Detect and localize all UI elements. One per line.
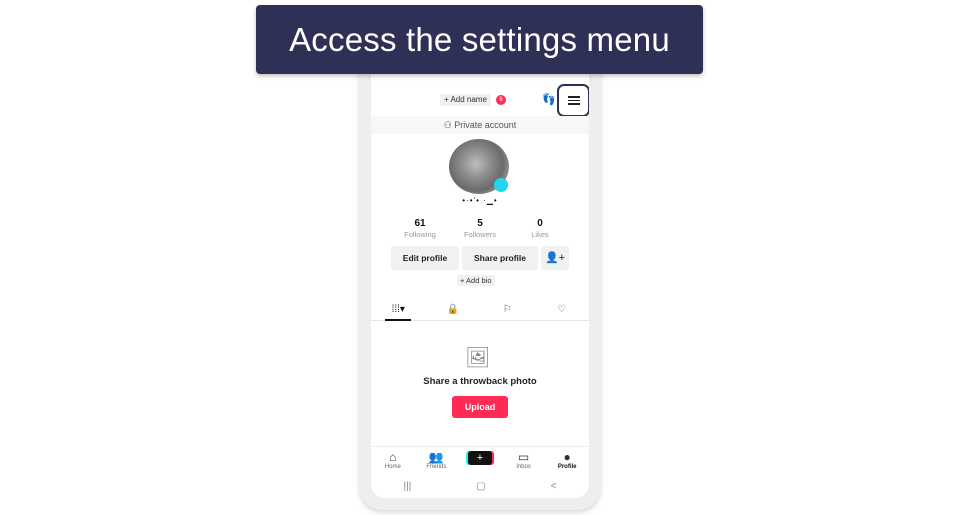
repost-icon: ⚐: [502, 303, 512, 315]
lock-icon: 🔒: [446, 303, 459, 315]
hamburger-menu-button[interactable]: [557, 84, 589, 117]
private-account-label: Private account: [454, 120, 517, 130]
friends-icon: 👥: [428, 450, 444, 464]
stat-value: 5: [477, 218, 483, 229]
add-friend-button[interactable]: 👤+: [541, 246, 569, 270]
home-button-icon[interactable]: ▢: [476, 481, 485, 492]
add-user-icon: 👤+: [544, 252, 566, 264]
profile-icon: ●: [563, 450, 571, 464]
profile-screen: + Add name 6 👣 ⚇ Private account •·•'• ·…: [371, 30, 589, 498]
nav-label: Inbox: [516, 464, 531, 470]
tab-liked[interactable]: ♡: [547, 304, 577, 315]
stat-followers[interactable]: 5 Followers: [451, 218, 509, 239]
nav-inbox[interactable]: ▭ Inbox: [504, 450, 544, 471]
stat-label: Followers: [463, 230, 497, 239]
back-icon[interactable]: <: [551, 481, 557, 492]
avatar-add-icon[interactable]: [494, 178, 508, 192]
tab-reposts[interactable]: ⚐: [492, 304, 522, 315]
nav-home[interactable]: ⌂ Home: [373, 450, 413, 471]
empty-state-message: Share a throwback photo: [423, 376, 537, 387]
phone-frame: + Add name 6 👣 ⚇ Private account •·•'• ·…: [360, 30, 600, 510]
tab-private[interactable]: 🔒: [438, 304, 468, 315]
nav-label: Friends: [426, 464, 447, 470]
user-lock-icon: ⚇: [443, 120, 455, 130]
recent-apps-icon[interactable]: |||: [403, 481, 411, 492]
stat-value: 0: [537, 218, 543, 229]
private-account-bar: ⚇ Private account: [371, 116, 589, 134]
home-icon: ⌂: [389, 450, 397, 464]
stat-label: Likes: [531, 230, 549, 239]
footprints-icon[interactable]: 👣: [542, 93, 556, 106]
notification-badge: 6: [496, 95, 506, 105]
add-bio-button[interactable]: + Add bio: [457, 275, 495, 286]
username: •·•'• ·▁•: [462, 196, 498, 205]
grid-icon: ⁞⁞⁞▾: [391, 303, 405, 315]
upload-button[interactable]: Upload: [452, 396, 508, 418]
edit-profile-button[interactable]: Edit profile: [391, 246, 459, 270]
profile-stats: 61 Following 5 Followers 0 Likes: [391, 218, 569, 239]
content-tabs: ⁞⁞⁞▾ 🔒 ⚐ ♡: [371, 298, 589, 321]
inbox-icon: ▭: [517, 450, 530, 464]
create-plus-icon: +: [467, 451, 492, 465]
menu-icon: [567, 94, 580, 107]
add-name-button[interactable]: + Add name: [440, 94, 491, 106]
stat-following[interactable]: 61 Following: [391, 218, 449, 239]
photos-icon: 🖼: [465, 347, 491, 369]
nav-profile[interactable]: ● Profile: [547, 450, 587, 471]
liked-icon: ♡: [557, 303, 567, 315]
nav-create[interactable]: +: [460, 451, 500, 465]
bottom-nav: ⌂ Home 👥 Friends + ▭ Inbox ● Profile: [371, 446, 589, 474]
nav-friends[interactable]: 👥 Friends: [416, 450, 456, 471]
nav-label: Home: [384, 464, 401, 470]
share-profile-button[interactable]: Share profile: [462, 246, 538, 270]
system-nav-bar: ||| ▢ <: [371, 476, 589, 496]
stat-likes[interactable]: 0 Likes: [511, 218, 569, 239]
tab-videos[interactable]: ⁞⁞⁞▾: [383, 303, 413, 321]
stat-label: Following: [404, 230, 436, 239]
instruction-banner: Access the settings menu: [256, 5, 703, 74]
stat-value: 61: [414, 218, 426, 229]
nav-label: Profile: [557, 464, 577, 470]
